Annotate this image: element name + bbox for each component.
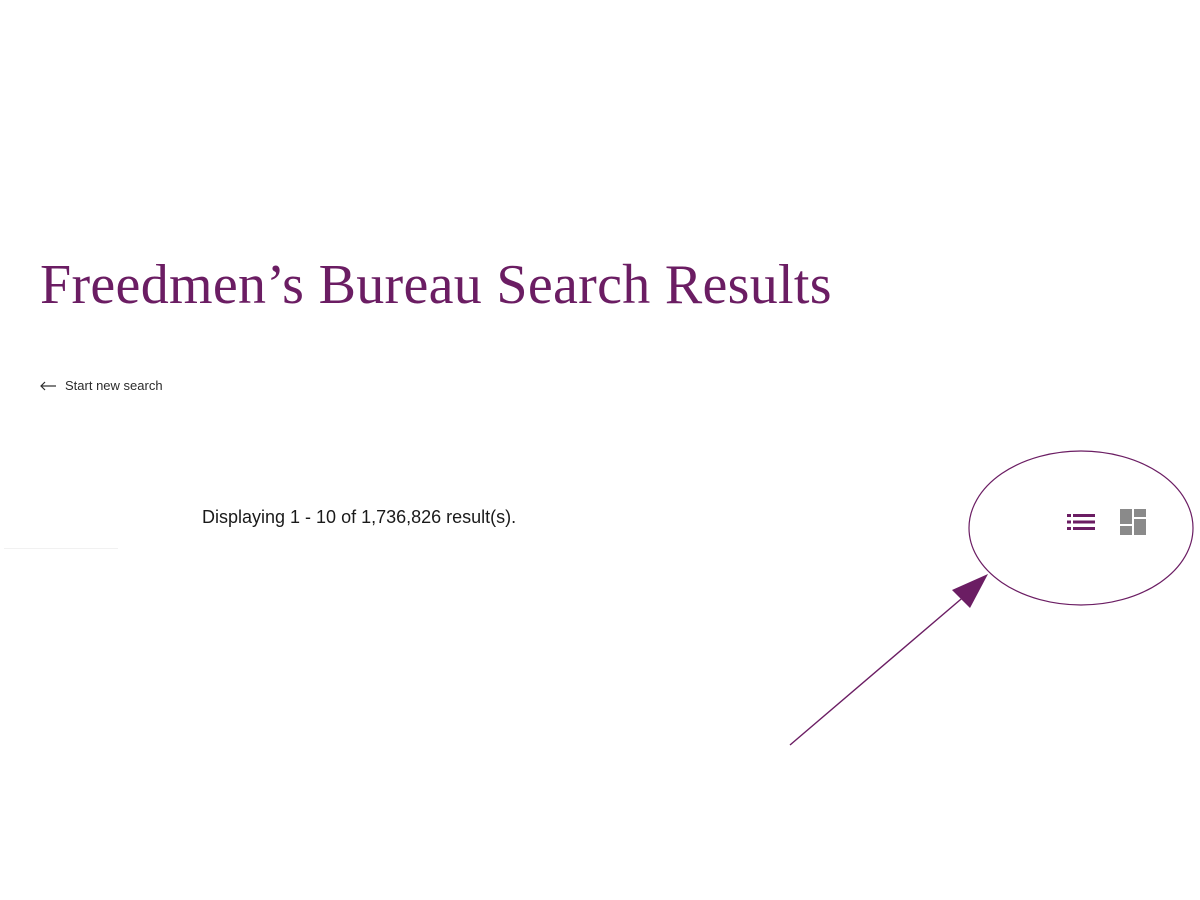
list-view-icon (1067, 514, 1095, 530)
grid-view-button[interactable] (1116, 507, 1150, 537)
page-title: Freedmen’s Bureau Search Results (40, 254, 832, 316)
annotation-overlay (789, 450, 1194, 746)
start-new-search-link[interactable]: Start new search (40, 377, 163, 395)
divider (4, 548, 118, 549)
view-toggle (1064, 507, 1150, 537)
arrow-left-icon (40, 381, 56, 391)
list-view-button[interactable] (1064, 507, 1098, 537)
result-count: Displaying 1 - 10 of 1,736,826 result(s)… (202, 507, 517, 527)
grid-view-icon (1120, 509, 1146, 535)
pointer-arrowhead (952, 574, 988, 608)
start-new-search-label: Start new search (65, 378, 163, 393)
pointer-arrow-line (789, 593, 968, 746)
